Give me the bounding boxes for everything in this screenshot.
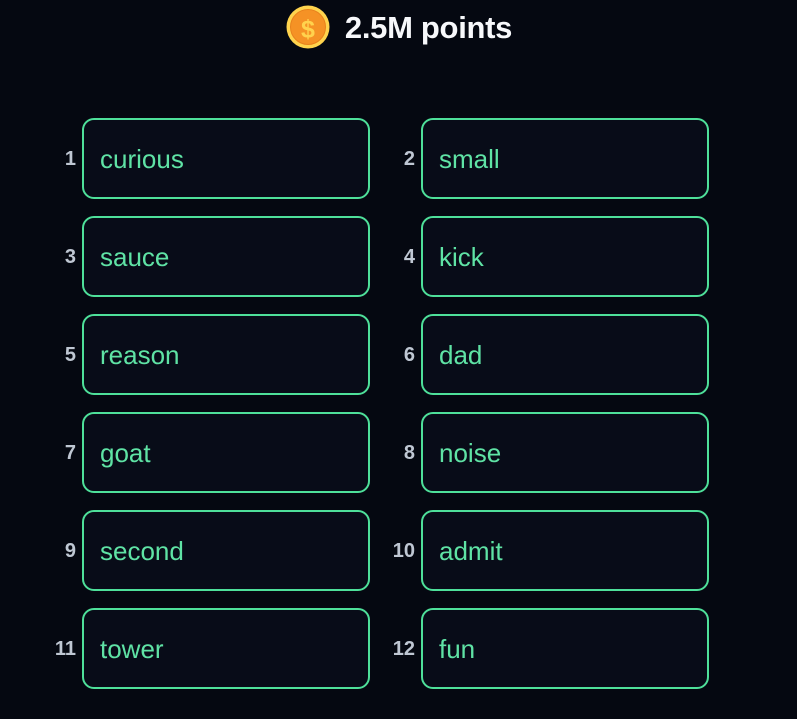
word-text: goat: [100, 437, 151, 468]
word-cell: 8 noise: [385, 412, 709, 493]
word-list-grid: 1 curious 2 small 3 sauce 4 kick 5 reaso…: [0, 118, 797, 706]
word-row: 1 curious 2 small: [0, 118, 797, 216]
word-box[interactable]: small: [421, 118, 709, 199]
word-text: fun: [439, 633, 476, 664]
word-row: 9 second 10 admit: [0, 510, 797, 608]
word-text: kick: [439, 241, 484, 272]
score-text: 2.5M points: [344, 9, 513, 45]
word-index: 8: [403, 441, 415, 464]
word-row: 7 goat 8 noise: [0, 412, 797, 510]
word-text: small: [439, 143, 500, 174]
word-index: 12: [392, 637, 415, 660]
word-box[interactable]: reason: [82, 314, 370, 395]
word-index: 7: [64, 441, 76, 464]
word-index: 6: [403, 343, 415, 366]
score-header: $ 2.5M points: [0, 0, 797, 52]
word-box[interactable]: tower: [82, 608, 370, 689]
word-cell: 3 sauce: [46, 216, 370, 297]
word-row: 11 tower 12 fun: [0, 608, 797, 706]
coin-dollar-icon: $: [286, 5, 330, 48]
word-box[interactable]: kick: [421, 216, 709, 297]
word-index: 1: [64, 147, 76, 170]
word-cell: 11 tower: [46, 608, 370, 689]
word-box[interactable]: dad: [421, 314, 709, 395]
word-box[interactable]: goat: [82, 412, 370, 493]
word-index: 9: [64, 539, 76, 562]
word-box[interactable]: fun: [421, 608, 709, 689]
word-index: 4: [403, 245, 415, 268]
word-text: second: [100, 535, 184, 566]
word-index: 10: [392, 539, 415, 562]
word-row: 3 sauce 4 kick: [0, 216, 797, 314]
word-text: sauce: [100, 241, 170, 272]
word-cell: 2 small: [385, 118, 709, 199]
word-cell: 6 dad: [385, 314, 709, 395]
word-text: admit: [439, 535, 503, 566]
word-cell: 10 admit: [385, 510, 709, 591]
word-box[interactable]: noise: [421, 412, 709, 493]
word-text: noise: [439, 437, 502, 468]
word-text: tower: [100, 633, 164, 664]
word-box[interactable]: second: [82, 510, 370, 591]
word-index: 11: [54, 637, 76, 660]
word-box[interactable]: sauce: [82, 216, 370, 297]
word-text: reason: [100, 339, 180, 370]
word-cell: 4 kick: [385, 216, 709, 297]
word-index: 5: [64, 343, 76, 366]
word-index: 3: [64, 245, 76, 268]
word-cell: 12 fun: [385, 608, 709, 689]
word-text: curious: [100, 143, 184, 174]
word-cell: 9 second: [46, 510, 370, 591]
word-cell: 1 curious: [46, 118, 370, 199]
word-row: 5 reason 6 dad: [0, 314, 797, 412]
word-text: dad: [439, 339, 483, 370]
svg-text:$: $: [301, 15, 315, 43]
word-box[interactable]: admit: [421, 510, 709, 591]
word-cell: 7 goat: [46, 412, 370, 493]
word-box[interactable]: curious: [82, 118, 370, 199]
word-cell: 5 reason: [46, 314, 370, 395]
word-index: 2: [403, 147, 415, 170]
